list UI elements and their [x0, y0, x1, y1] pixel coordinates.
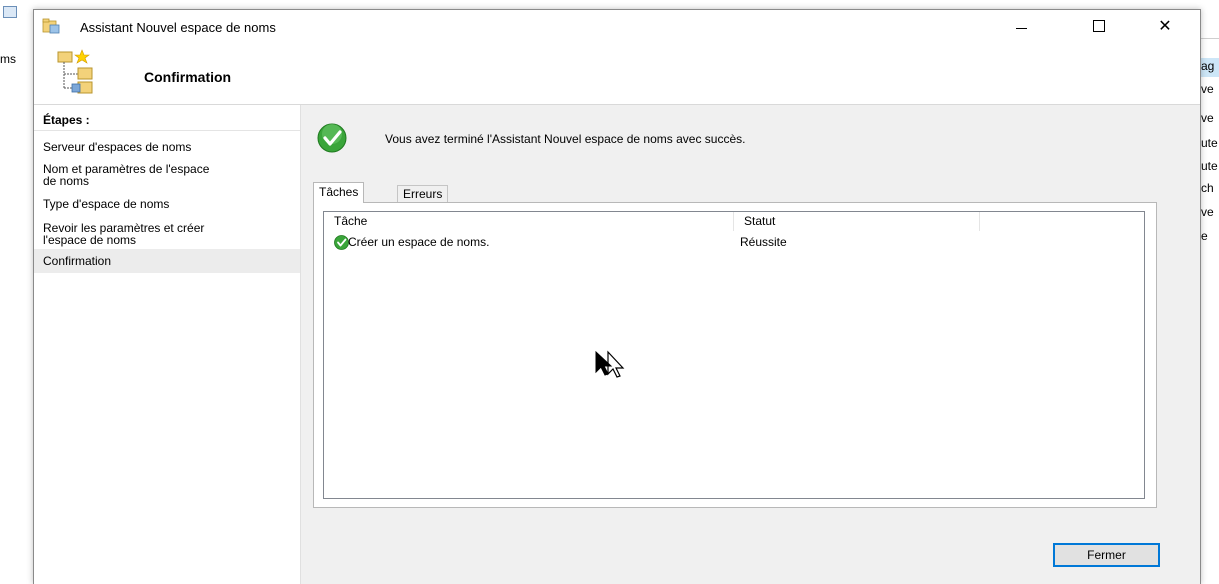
background-right-pane — [1199, 22, 1219, 583]
minimize-icon — [1015, 27, 1027, 29]
steps-divider — [34, 130, 300, 131]
row-status-cell: Réussite — [740, 235, 787, 249]
background-action-item[interactable]: ve — [1201, 111, 1219, 125]
steps-heading: Étapes : — [43, 113, 90, 127]
background-action-item[interactable]: ve — [1201, 205, 1219, 219]
background-action-item[interactable]: ute — [1201, 159, 1219, 173]
success-check-icon — [334, 235, 349, 250]
background-action-item[interactable]: ve — [1201, 82, 1219, 96]
step-label: Serveur d'espaces de noms — [43, 140, 192, 154]
background-action-item[interactable]: ute — [1201, 136, 1219, 150]
fermer-button[interactable]: Fermer — [1053, 543, 1160, 567]
background-divider — [1199, 38, 1219, 39]
background-action-item[interactable]: e — [1201, 229, 1219, 243]
list-header: Tâche Statut — [324, 212, 1144, 231]
background-action-item[interactable]: ag — [1201, 59, 1219, 73]
tab-erreurs[interactable]: Erreurs — [397, 185, 449, 202]
background-left-text: ms — [0, 52, 16, 66]
namespace-wizard-icon — [42, 18, 60, 34]
step-namespace-type[interactable]: Type d'espace de noms — [43, 198, 291, 210]
step-label-line2: de noms — [43, 174, 90, 188]
window-title: Assistant Nouvel espace de noms — [80, 20, 276, 35]
success-check-icon — [317, 123, 347, 153]
namespace-tree-icon — [57, 49, 93, 94]
wizard-header: Confirmation — [34, 42, 1200, 105]
background-action-item[interactable]: ch — [1201, 181, 1219, 195]
column-header-status[interactable]: Statut — [734, 212, 980, 231]
row-task-cell: Créer un espace de noms. — [348, 235, 490, 249]
wizard-content: Vous avez terminé l'Assistant Nouvel esp… — [301, 105, 1200, 584]
column-header-task[interactable]: Tâche — [324, 212, 734, 231]
steps-pane: Étapes : Serveur d'espaces de noms Nom e… — [34, 105, 301, 584]
step-review[interactable]: Revoir les paramètres et créer l'espace … — [43, 222, 291, 246]
step-label-line2: l'espace de noms — [43, 233, 137, 247]
step-confirmation[interactable]: Confirmation — [34, 249, 300, 273]
maximize-button[interactable] — [1076, 10, 1122, 42]
column-header-empty — [980, 212, 1144, 231]
success-message: Vous avez terminé l'Assistant Nouvel esp… — [385, 132, 746, 146]
close-window-button[interactable]: ✕ — [1142, 10, 1188, 42]
tab-panel: Tâche Statut Créer un espace de noms. Ré… — [313, 202, 1157, 508]
wizard-window: Assistant Nouvel espace de noms ✕ Confir… — [33, 9, 1201, 584]
mouse-cursor-icon — [595, 350, 625, 378]
step-name-settings[interactable]: Nom et paramètres de l'espace de noms — [43, 163, 291, 187]
minimize-button[interactable] — [998, 10, 1044, 42]
step-label: Confirmation — [43, 254, 112, 268]
task-list[interactable]: Tâche Statut Créer un espace de noms. Ré… — [323, 211, 1145, 499]
step-server[interactable]: Serveur d'espaces de noms — [43, 141, 291, 153]
title-bar[interactable]: Assistant Nouvel espace de noms ✕ — [34, 10, 1200, 42]
background-app-icon — [3, 6, 17, 18]
tab-taches[interactable]: Tâches — [313, 182, 365, 203]
close-icon: ✕ — [1158, 18, 1172, 35]
page-title: Confirmation — [144, 69, 232, 85]
step-label: Type d'espace de noms — [43, 197, 170, 211]
table-row[interactable]: Créer un espace de noms. Réussite — [324, 232, 1144, 252]
maximize-icon — [1093, 20, 1105, 32]
